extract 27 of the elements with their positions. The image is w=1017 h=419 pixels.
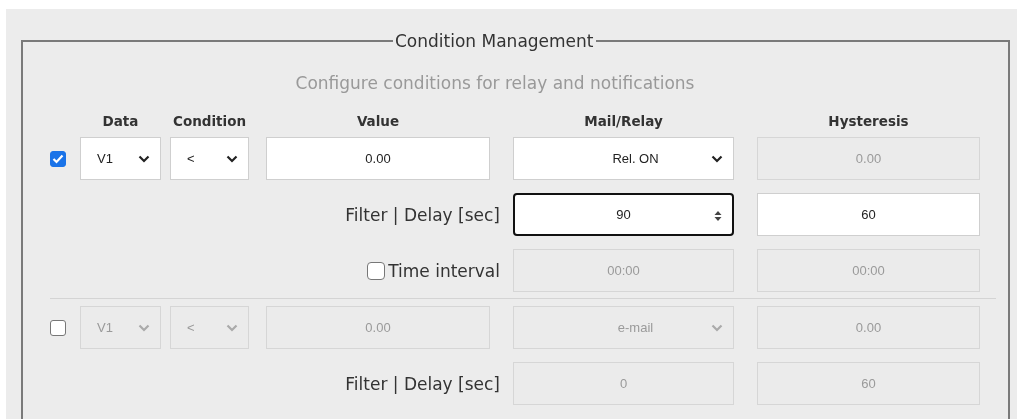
chevron-down-icon bbox=[711, 154, 723, 163]
column-header: Condition bbox=[171, 113, 248, 129]
chevron-down-icon bbox=[138, 323, 150, 332]
column-header: Value bbox=[355, 113, 401, 129]
chevron-down-icon bbox=[226, 323, 238, 332]
chevron-down-icon bbox=[226, 154, 238, 163]
subtitle-text: Configure conditions for relay and notifications bbox=[294, 72, 696, 95]
column-header: Data bbox=[101, 113, 140, 129]
checkbox[interactable] bbox=[50, 319, 66, 336]
chevron-down-icon bbox=[138, 154, 150, 163]
chevron-down-icon bbox=[711, 323, 723, 332]
group-title: Condition Management bbox=[393, 30, 596, 52]
tick-icon bbox=[52, 153, 64, 164]
value-field[interactable]: 0.00 bbox=[266, 137, 490, 180]
condition-select[interactable]: < bbox=[170, 137, 249, 180]
delay-hysteresis-field[interactable]: 60 bbox=[757, 193, 980, 236]
column-header: Mail/Relay bbox=[583, 113, 664, 129]
mail-relay-select[interactable]: Rel. ON bbox=[513, 137, 734, 180]
checkbox[interactable] bbox=[367, 261, 386, 280]
delay-field[interactable]: 90 bbox=[513, 193, 734, 236]
data-select[interactable]: V1 bbox=[80, 137, 161, 180]
field-label: Filter | Delay [sec] bbox=[345, 204, 501, 225]
checkbox[interactable] bbox=[50, 150, 66, 167]
field-label: Filter | Delay [sec] bbox=[345, 373, 501, 394]
column-header: Hysteresis bbox=[827, 113, 910, 129]
spinner-arrows-icon bbox=[714, 211, 722, 221]
checkbox-label: Time interval bbox=[388, 260, 500, 281]
